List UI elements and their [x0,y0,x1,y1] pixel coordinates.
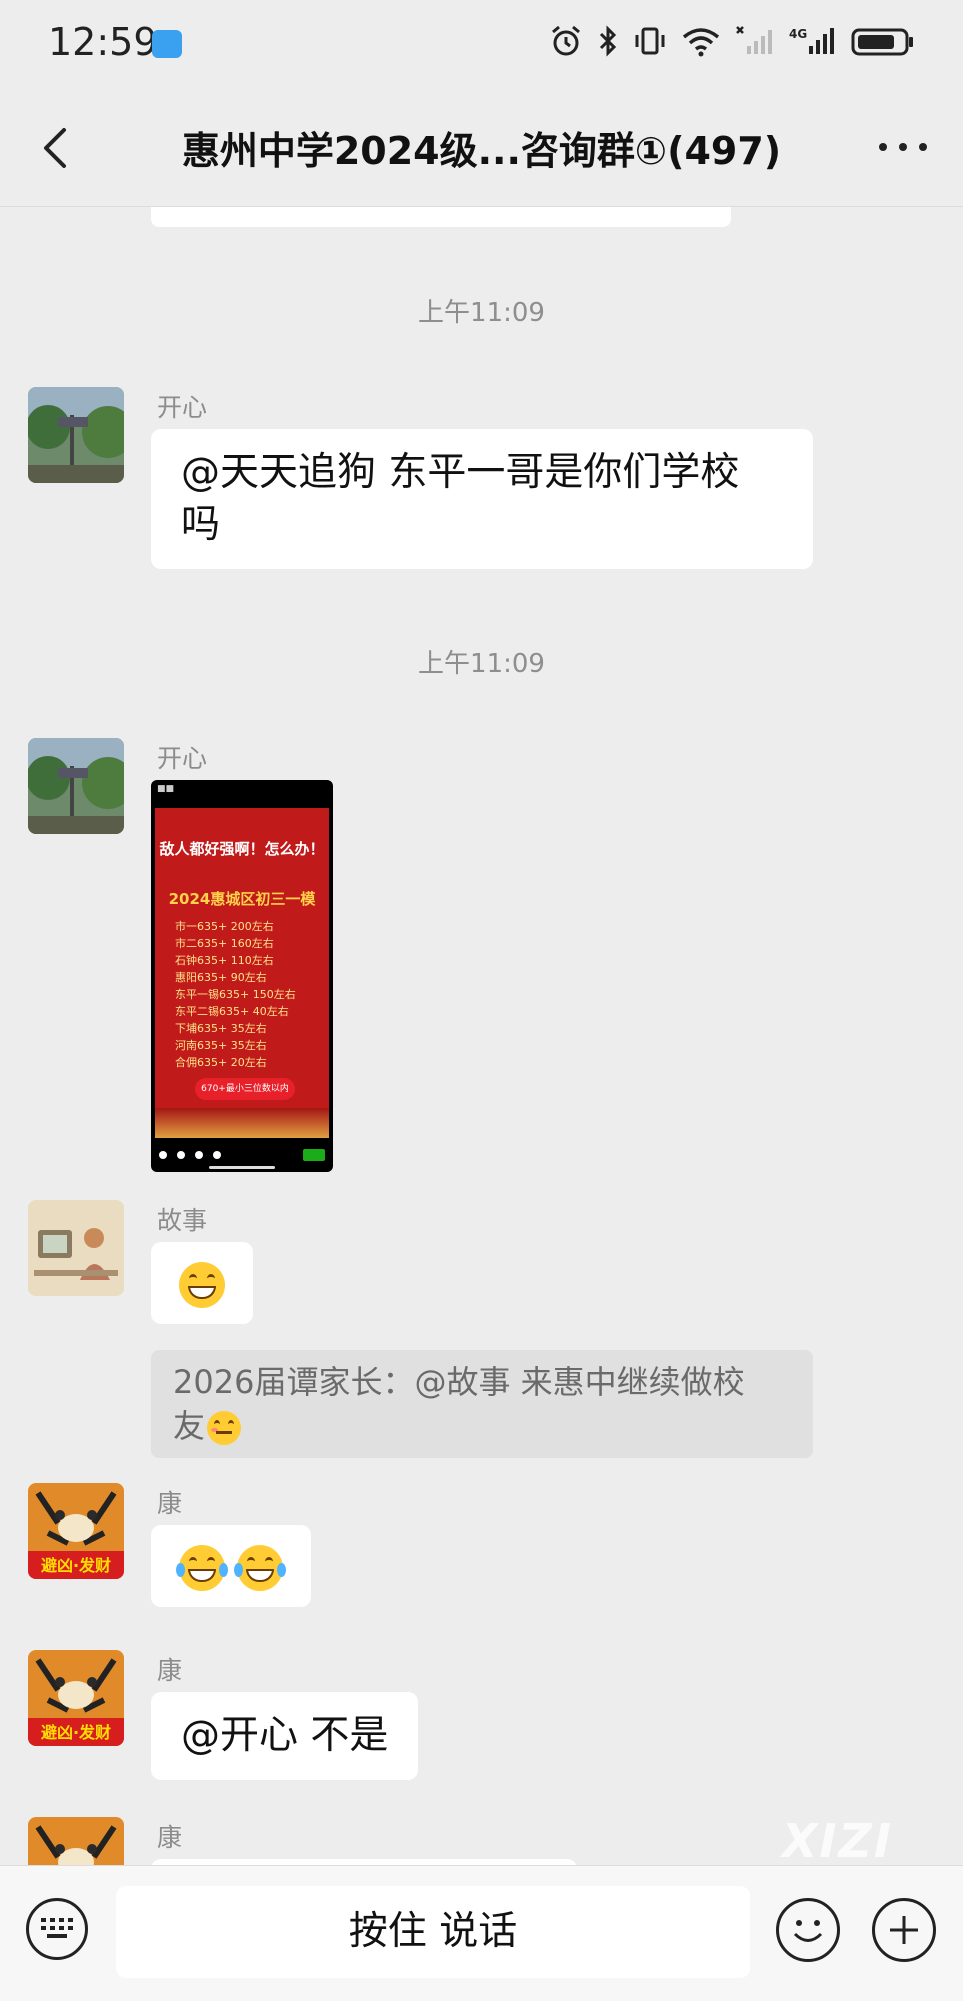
smiley-icon [793,1920,823,1942]
poster-row: 石钟635+ 110左右 [175,954,274,967]
avatar-kang[interactable]: 避凶·发财 [28,1650,124,1746]
avatar-image [28,1817,124,1865]
grin-emoji-icon [179,1261,225,1308]
sender-name: 开心 [157,393,208,422]
status-icons: 4G [549,24,915,58]
back-arrow-icon[interactable] [32,120,82,176]
timestamp: 上午11:09 [418,649,545,679]
poster-decoration [155,1108,329,1138]
poster-row: 合佣635+ 20左右 [175,1056,267,1069]
avatar-kaixin[interactable] [28,387,124,483]
image-home-indicator [209,1166,275,1169]
battery-icon [851,28,913,56]
more-functions-button[interactable] [872,1898,936,1962]
keyboard-icon [41,1918,73,1938]
poster-row: 市一635+ 200左右 [175,920,274,933]
svg-text:避凶·发财: 避凶·发财 [41,1723,111,1742]
signal-weak-icon [736,26,772,54]
image-message[interactable]: ■■ 敌人都好强啊！怎么办！ 2024惠城区初三一模 市一635+ 200左右 … [151,780,333,1172]
network-label: 4G [789,27,807,41]
quote-line: 2026届谭家长：@故事 来惠中继续做校 [173,1363,745,1401]
avatar-image [28,1200,124,1296]
sender-name: 开心 [157,744,208,773]
message-line: @天天追狗 东平一哥是你们学校 [181,450,740,495]
poster-row: 东平一锡635+ 150左右 [175,988,296,1001]
avatar-kang[interactable]: 避凶·发财 [28,1483,124,1579]
chat-title: 惠州中学2024级...咨询群①(497) [181,129,782,173]
avatar-gushi[interactable] [28,1200,124,1296]
quote-line: 友 [173,1407,206,1445]
poster-row: 惠阳635+ 90左右 [175,971,267,984]
status-bar: 12:59 4G [0,0,963,90]
hold-to-talk-button[interactable]: 按住 说话 [116,1886,750,1978]
svg-text:避凶·发财: 避凶·发财 [41,1556,111,1575]
more-options-icon[interactable] [875,132,931,162]
vibrate-icon [635,27,665,55]
tears-of-joy-emoji-icon [176,1544,228,1591]
input-bar: 按住 说话 [0,1865,963,2001]
tears-of-joy-emoji-icon [234,1544,287,1591]
message-bubble[interactable] [151,1242,253,1324]
bluetooth-icon [599,25,617,57]
previous-message-bubble[interactable] [151,207,731,227]
wifi-icon [682,28,720,57]
sender-name: 康 [157,1489,183,1518]
poster-row: 河南635+ 35左右 [175,1039,267,1052]
poster-row: 东平二锡635+ 40左右 [175,1005,289,1018]
status-time: 12:59 [48,20,158,64]
avatar-image: 避凶·发财 [28,1483,124,1579]
watermark: XIZI [781,1814,893,1865]
weather-icon [152,30,182,58]
signal-4g-icon: 4G [789,27,834,54]
message-bubble[interactable]: @天天追狗 东平一哥是你们学校 吗 [151,429,813,569]
emoji-button[interactable] [776,1898,840,1962]
sender-name: 康 [157,1656,183,1685]
image-statusbar: ■■ [157,784,175,794]
keyboard-toggle-button[interactable] [26,1898,88,1960]
chat-message-list[interactable]: 上午11:09 开心 @天天追狗 东平一哥是你们学校 吗 上午11:09 开心 … [0,207,963,1865]
message-bubble[interactable]: @开心 不是 [151,1692,419,1780]
message-line: 吗 [181,502,221,547]
image-toolbar [159,1146,325,1164]
poster-image: 敌人都好强啊！怎么办！ 2024惠城区初三一模 市一635+ 200左右 市二6… [155,808,329,1138]
poster-button: 670+最小三位数以内 [195,1078,295,1100]
poster-row: 下埔635+ 35左右 [175,1022,267,1035]
poster-subtitle: 2024惠城区初三一模 [168,890,316,908]
poster-row: 市二635+ 160左右 [175,937,274,950]
poster-score-list: 市一635+ 200左右 市二635+ 160左右 石钟635+ 110左右 惠… [175,918,315,1071]
message-line: @开心 不是 [181,1713,389,1758]
message-bubble[interactable] [151,1525,312,1607]
avatar-image: 避凶·发财 [28,1650,124,1746]
avatar-kang[interactable] [28,1817,124,1865]
sender-name: 康 [157,1823,183,1852]
poster-headline: 敌人都好强啊！怎么办！ [159,840,325,858]
quote-line-with-emoji: 友 [173,1404,791,1448]
timestamp: 上午11:09 [418,298,545,328]
avatar-kaixin[interactable] [28,738,124,834]
alarm-icon [552,25,580,56]
avatar-image [28,738,124,834]
flushed-emoji-icon [207,1411,242,1445]
title-bar: 惠州中学2024级...咨询群①(497) [0,90,963,207]
sender-name: 故事 [157,1206,208,1235]
plus-icon [890,1916,918,1944]
quoted-reply[interactable]: 2026届谭家长：@故事 来惠中继续做校 友 [151,1350,813,1458]
avatar-image [28,387,124,483]
